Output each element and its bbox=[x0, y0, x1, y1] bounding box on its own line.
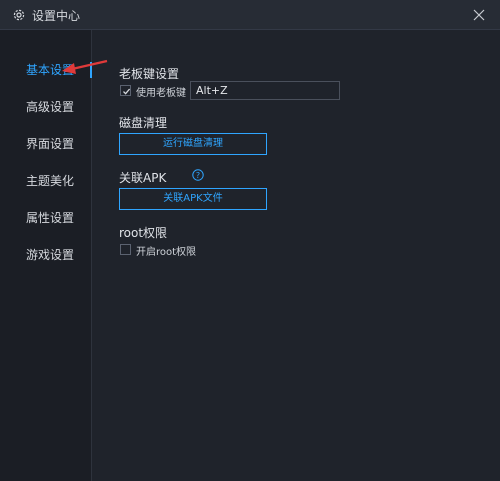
sidebar-item-label: 界面设置 bbox=[26, 137, 75, 151]
title-bar[interactable]: 设置中心 bbox=[0, 0, 500, 30]
sidebar-item-theme[interactable]: 主题美化 bbox=[0, 169, 92, 193]
sidebar: 基本设置 高级设置 界面设置 主题美化 属性设置 游戏设置 bbox=[0, 30, 92, 481]
apk-title: 关联APK bbox=[119, 171, 167, 185]
boss-key-hotkey-input[interactable] bbox=[190, 81, 340, 100]
boss-key-checkbox-label: 使用老板键 bbox=[136, 88, 186, 99]
settings-content: 老板键设置 使用老板键 磁盘清理 运行磁盘清理 关联APK ? 关联APK文件 … bbox=[92, 30, 500, 481]
check-icon bbox=[123, 88, 131, 95]
sidebar-item-interface-settings[interactable]: 界面设置 bbox=[0, 132, 92, 156]
boss-key-title: 老板键设置 bbox=[119, 67, 180, 81]
root-title: root权限 bbox=[119, 226, 168, 240]
svg-text:?: ? bbox=[196, 171, 200, 180]
sidebar-item-advanced-settings[interactable]: 高级设置 bbox=[0, 95, 92, 119]
sidebar-item-game-settings[interactable]: 游戏设置 bbox=[0, 243, 92, 267]
sidebar-item-label: 高级设置 bbox=[26, 100, 75, 114]
associate-apk-button[interactable]: 关联APK文件 bbox=[119, 188, 267, 210]
root-checkbox-label: 开启root权限 bbox=[136, 247, 197, 258]
gear-icon bbox=[12, 8, 26, 22]
window-title: 设置中心 bbox=[32, 9, 81, 23]
disk-clean-title: 磁盘清理 bbox=[119, 116, 168, 130]
close-button[interactable] bbox=[468, 4, 490, 26]
sidebar-item-label: 游戏设置 bbox=[26, 248, 75, 262]
run-disk-clean-button[interactable]: 运行磁盘清理 bbox=[119, 133, 267, 155]
settings-window: 设置中心 基本设置 高级设置 界面设置 主题美化 属性设置 游戏设置 老板键设置… bbox=[0, 0, 500, 481]
sidebar-item-property-settings[interactable]: 属性设置 bbox=[0, 206, 92, 230]
sidebar-item-label: 主题美化 bbox=[26, 174, 75, 188]
close-icon bbox=[473, 9, 485, 21]
sidebar-item-label: 属性设置 bbox=[26, 211, 75, 225]
root-checkbox[interactable] bbox=[120, 244, 131, 255]
boss-key-checkbox[interactable] bbox=[120, 85, 131, 96]
help-icon[interactable]: ? bbox=[192, 169, 204, 181]
